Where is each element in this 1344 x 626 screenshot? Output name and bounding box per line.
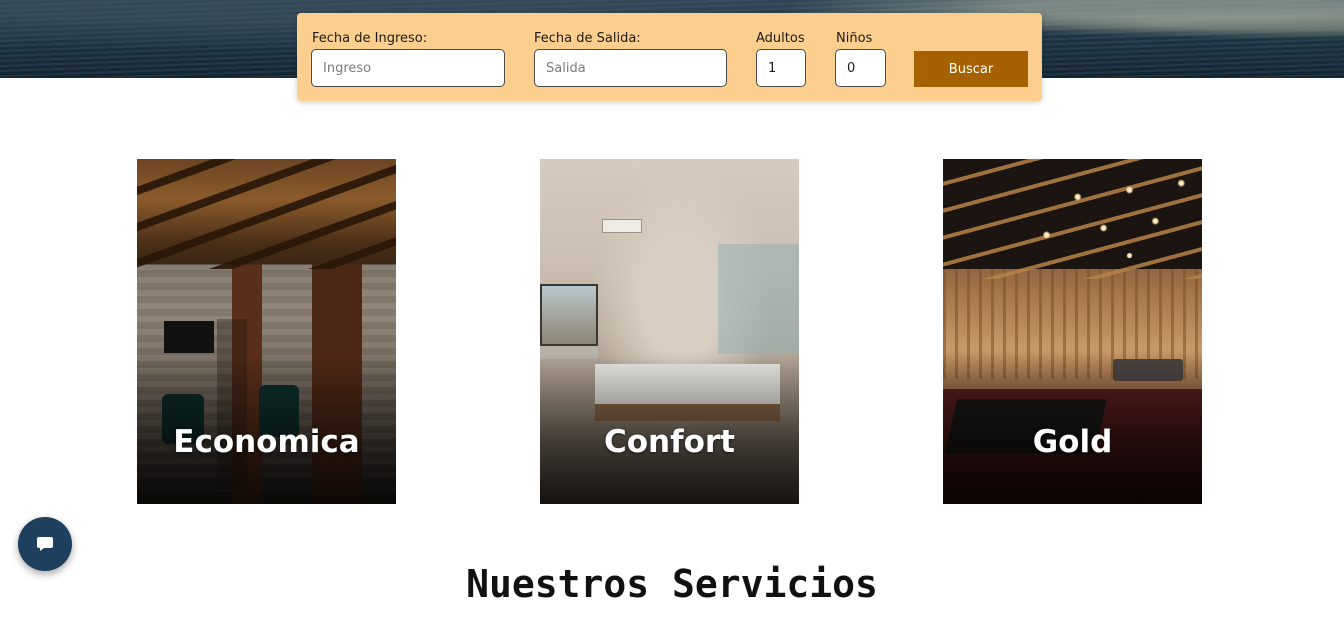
checkout-date-input[interactable] — [534, 49, 727, 87]
room-card-economica[interactable]: Economica — [137, 159, 396, 504]
search-button[interactable]: Buscar — [914, 51, 1028, 87]
room-title: Economica — [173, 424, 360, 460]
services-heading: Nuestros Servicios — [466, 562, 878, 606]
room-title: Gold — [1032, 424, 1113, 460]
children-label: Niños — [836, 31, 873, 46]
children-input[interactable] — [835, 49, 886, 87]
room-card-gold[interactable]: Gold — [943, 159, 1202, 504]
checkin-label: Fecha de Ingreso: — [312, 31, 428, 46]
checkin-date-input[interactable] — [311, 49, 505, 87]
booking-search-form: Fecha de Ingreso: Fecha de Salida: Adult… — [297, 13, 1042, 101]
adults-label: Adultos — [756, 31, 805, 46]
checkout-label: Fecha de Salida: — [534, 31, 641, 46]
chat-bubble-icon — [37, 537, 53, 551]
room-title: Confort — [603, 424, 735, 460]
adults-input[interactable] — [756, 49, 806, 87]
room-card-confort[interactable]: Confort — [540, 159, 799, 504]
